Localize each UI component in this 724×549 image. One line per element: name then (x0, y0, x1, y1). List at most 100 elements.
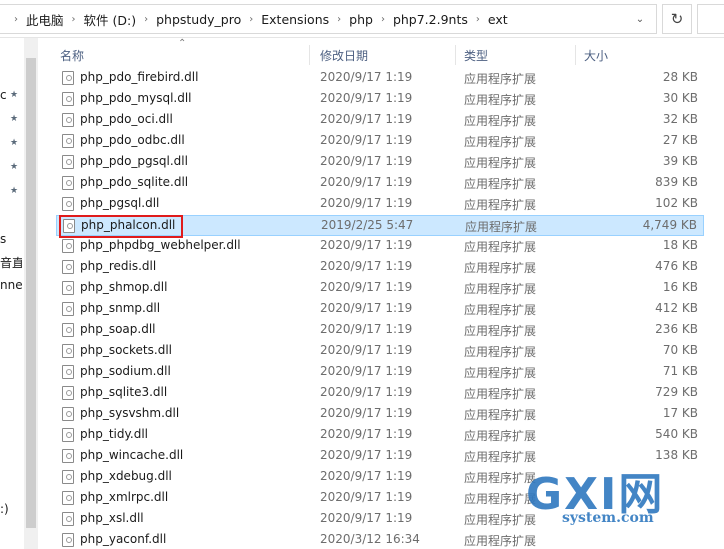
file-type: 应用程序扩展 (464, 513, 537, 527)
file-name: php_pdo_firebird.dll (80, 70, 199, 84)
search-box[interactable] (697, 4, 724, 34)
file-row[interactable]: php_sodium.dll 2020/9/17 1:19 应用程序扩展 71 KB (56, 362, 704, 383)
dll-file-icon (62, 365, 74, 379)
file-row[interactable]: php_pdo_pgsql.dll 2020/9/17 1:19 应用程序扩展 39 … (56, 152, 704, 173)
file-size: 27 KB (662, 133, 698, 147)
breadcrumb[interactable]: › 此电脑 › 软件 (D:) › phpstudy_pro › Extensions › php… (0, 4, 657, 34)
file-row[interactable]: php_pdo_firebird.dll 2020/9/17 1:19 应用程序扩展… (56, 68, 704, 89)
dll-file-icon (62, 323, 74, 337)
file-date: 2020/9/17 1:19 (320, 385, 413, 399)
chevron-right-icon[interactable]: › (8, 14, 24, 25)
file-row[interactable]: php_pdo_oci.dll 2020/9/17 1:19 应用程序扩展 32 KB (56, 110, 704, 131)
breadcrumb-item[interactable]: ext (486, 12, 510, 27)
chevron-right-icon[interactable]: › (66, 14, 82, 25)
file-name: php_pdo_pgsql.dll (80, 154, 188, 168)
file-row[interactable]: php_xdebug.dll 2020/9/17 1:19 应用程序扩展 (56, 467, 704, 488)
file-row[interactable]: php_sqlite3.dll 2020/9/17 1:19 应用程序扩展 729 K… (56, 383, 704, 404)
file-size: 16 KB (662, 280, 698, 294)
column-header-size[interactable]: 大小 (578, 45, 658, 65)
breadcrumb-item[interactable]: php7.2.9nts (391, 12, 470, 27)
file-row[interactable]: php_pgsql.dll 2020/9/17 1:19 应用程序扩展 102 KB (56, 194, 704, 215)
file-size: 32 KB (662, 112, 698, 126)
dll-file-icon (62, 449, 74, 463)
refresh-button[interactable]: ↻ (662, 4, 692, 34)
file-name: php_xmlrpc.dll (80, 490, 169, 504)
column-header-type[interactable]: 类型 (458, 45, 576, 65)
file-date: 2019/2/25 5:47 (321, 218, 414, 232)
dll-file-icon (62, 92, 74, 106)
dll-file-icon (62, 533, 74, 547)
file-row[interactable]: php_tidy.dll 2020/9/17 1:19 应用程序扩展 540 KB (56, 425, 704, 446)
pin-icon: ★ (10, 162, 19, 172)
breadcrumb-item[interactable]: phpstudy_pro (154, 12, 243, 27)
file-row[interactable]: php_sysvshm.dll 2020/9/17 1:19 应用程序扩展 17 KB (56, 404, 704, 425)
file-date: 2020/9/17 1:19 (320, 469, 413, 483)
breadcrumb-item[interactable]: Extensions (259, 12, 331, 27)
file-row[interactable]: php_pdo_sqlite.dll 2020/9/17 1:19 应用程序扩展 83… (56, 173, 704, 194)
chevron-right-icon[interactable]: › (331, 14, 347, 25)
column-header-row: ⌃ 名称 修改日期 类型 大小 (46, 38, 724, 70)
file-name: php_xsl.dll (80, 511, 144, 525)
file-name: php_pdo_odbc.dll (80, 133, 185, 147)
file-date: 2020/9/17 1:19 (320, 238, 413, 252)
file-date: 2020/9/17 1:19 (320, 301, 413, 315)
column-header-name[interactable]: 名称 (54, 45, 310, 65)
scrollbar-thumb[interactable] (26, 58, 36, 528)
file-date: 2020/9/17 1:19 (320, 259, 413, 273)
file-row[interactable]: php_soap.dll 2020/9/17 1:19 应用程序扩展 236 KB (56, 320, 704, 341)
file-row[interactable]: php_wincache.dll 2020/9/17 1:19 应用程序扩展 138 … (56, 446, 704, 467)
file-type: 应用程序扩展 (464, 303, 537, 317)
chevron-right-icon[interactable]: › (375, 14, 391, 25)
file-size: 540 KB (655, 427, 698, 441)
file-row[interactable]: php_xmlrpc.dll 2020/9/17 1:19 应用程序扩展 (56, 488, 704, 509)
chevron-down-icon[interactable]: ⌄ (632, 11, 648, 27)
dll-file-icon (62, 197, 74, 211)
file-date: 2020/9/17 1:19 (320, 91, 413, 105)
chevron-right-icon[interactable]: › (138, 14, 154, 25)
file-row[interactable]: php_pdo_odbc.dll 2020/9/17 1:19 应用程序扩展 27 K… (56, 131, 704, 152)
file-row[interactable]: php_pdo_mysql.dll 2020/9/17 1:19 应用程序扩展 30 … (56, 89, 704, 110)
dll-file-icon (62, 344, 74, 358)
file-type: 应用程序扩展 (464, 408, 537, 422)
file-type: 应用程序扩展 (464, 534, 537, 548)
file-size: 236 KB (655, 322, 698, 336)
file-row[interactable]: php_yaconf.dll 2020/3/12 16:34 应用程序扩展 (56, 530, 704, 549)
column-header-modified[interactable]: 修改日期 (314, 45, 456, 65)
breadcrumb-item[interactable]: 此电脑 (24, 10, 66, 29)
file-row[interactable]: php_snmp.dll 2020/9/17 1:19 应用程序扩展 412 KB (56, 299, 704, 320)
file-type: 应用程序扩展 (464, 492, 537, 506)
file-row[interactable]: php_phpdbg_webhelper.dll 2020/9/17 1:19 应用… (56, 236, 704, 257)
file-row[interactable]: php_sockets.dll 2020/9/17 1:19 应用程序扩展 70 KB (56, 341, 704, 362)
file-size: 729 KB (655, 385, 698, 399)
dll-file-icon (62, 260, 74, 274)
file-date: 2020/9/17 1:19 (320, 154, 413, 168)
refresh-icon: ↻ (670, 10, 684, 28)
file-row[interactable]: php_shmop.dll 2020/9/17 1:19 应用程序扩展 16 KB (56, 278, 704, 299)
file-name: php_sysvshm.dll (80, 406, 180, 420)
file-type: 应用程序扩展 (464, 366, 537, 380)
nav-item-label[interactable]: nne (0, 278, 22, 292)
file-type: 应用程序扩展 (464, 114, 537, 128)
nav-item-label[interactable]: 音直 (0, 254, 22, 271)
nav-item-label[interactable]: c (0, 88, 7, 102)
chevron-right-icon[interactable]: › (243, 14, 259, 25)
file-type: 应用程序扩展 (464, 450, 537, 464)
breadcrumb-item[interactable]: 软件 (D:) (82, 10, 139, 29)
file-row[interactable]: php_redis.dll 2020/9/17 1:19 应用程序扩展 476 KB (56, 257, 704, 278)
nav-item-label[interactable]: s (0, 232, 6, 246)
dll-file-icon (62, 470, 74, 484)
pin-icon: ★ (10, 90, 19, 100)
nav-item-label[interactable]: :) (0, 502, 9, 516)
dll-file-icon (62, 428, 74, 442)
file-name: php_sockets.dll (80, 343, 172, 357)
dll-file-icon (62, 155, 74, 169)
file-row[interactable]: php_phalcon.dll 2019/2/25 5:47 应用程序扩展 4,749… (56, 215, 704, 236)
chevron-right-icon[interactable]: › (470, 14, 486, 25)
navigation-scrollbar[interactable] (24, 38, 38, 549)
breadcrumb-item[interactable]: php (347, 12, 375, 27)
dll-file-icon (62, 134, 74, 148)
file-name: php_xdebug.dll (80, 469, 172, 483)
dll-file-icon (62, 281, 74, 295)
file-row[interactable]: php_xsl.dll 2020/9/17 1:19 应用程序扩展 (56, 509, 704, 530)
file-type: 应用程序扩展 (464, 387, 537, 401)
